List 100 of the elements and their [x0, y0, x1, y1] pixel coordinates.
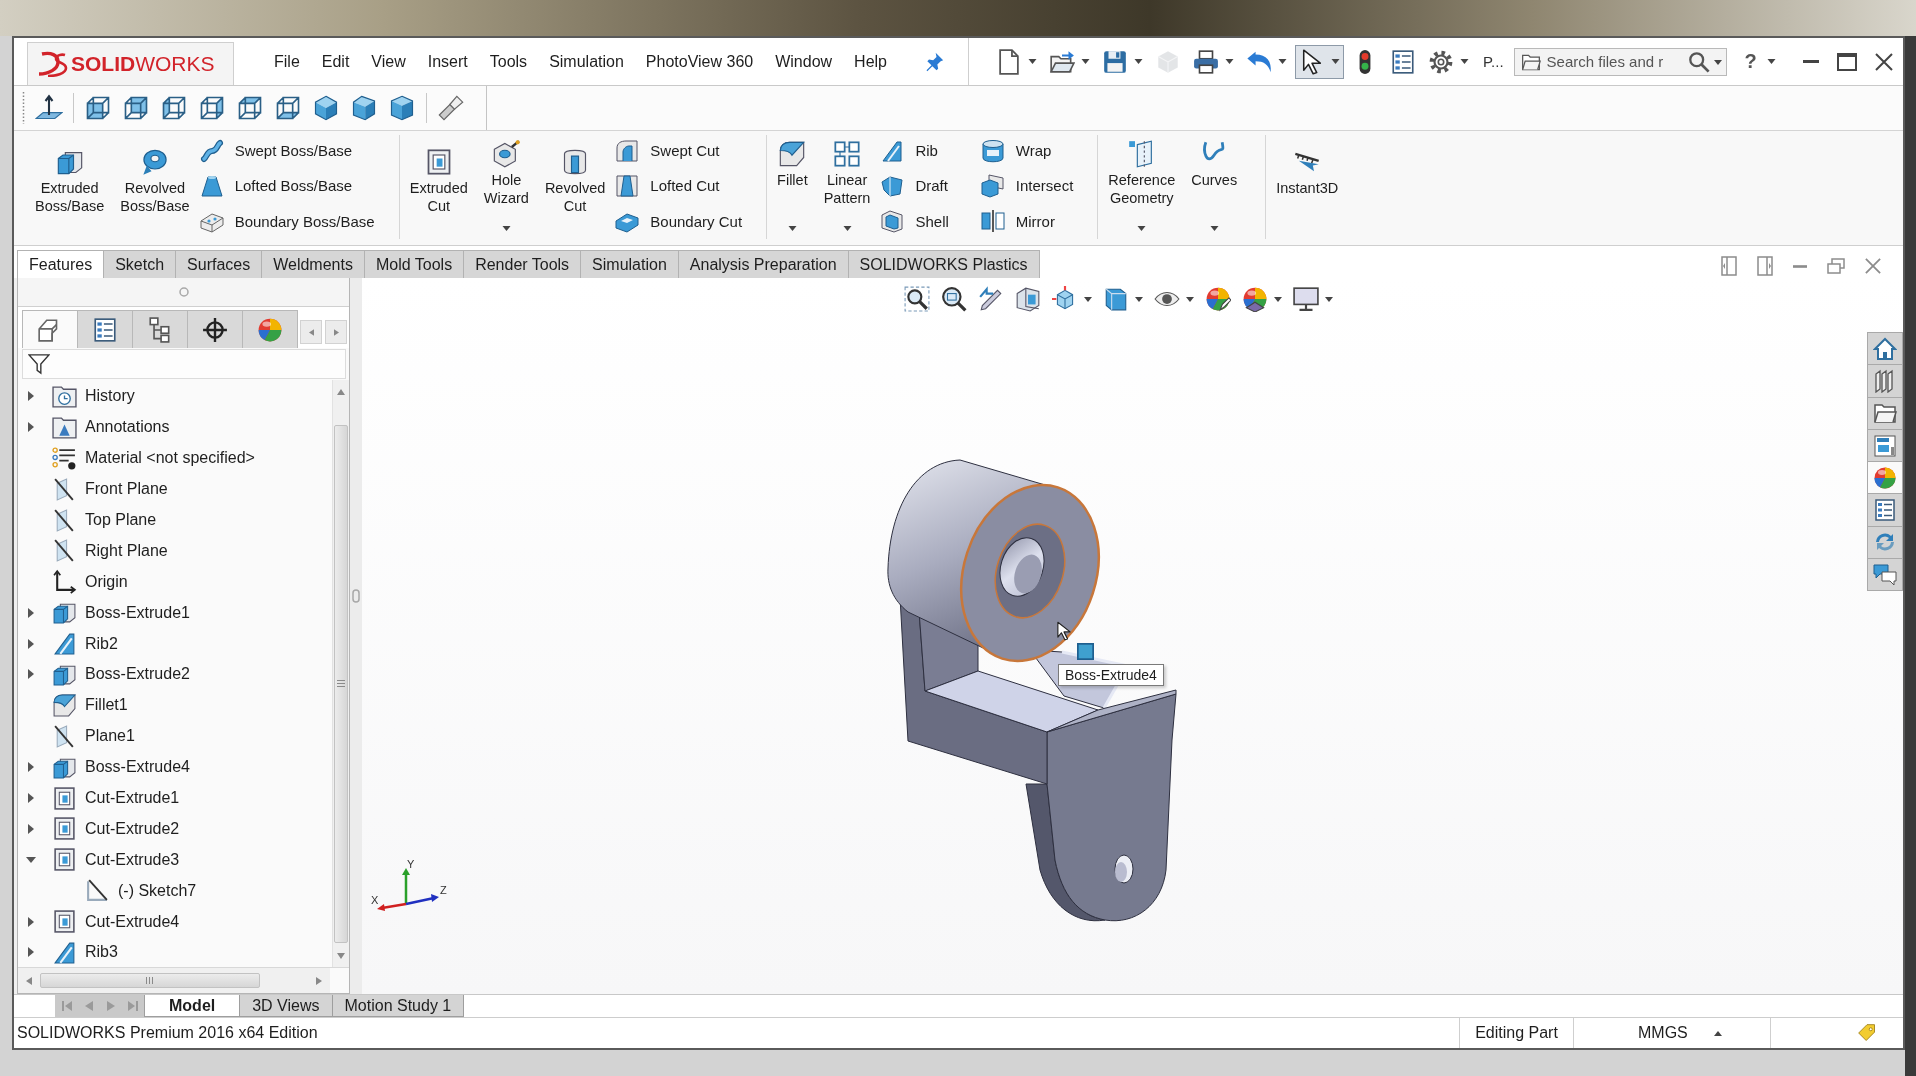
ribbon-tab[interactable]: Mold Tools: [363, 250, 465, 278]
caret-icon[interactable]: [1135, 296, 1143, 302]
menu-item[interactable]: Help: [843, 49, 898, 74]
task-pane-tab[interactable]: [1867, 396, 1903, 430]
magnifier-frame-icon[interactable]: [904, 286, 930, 312]
triangle-right-icon[interactable]: [28, 947, 34, 958]
ribbon-button[interactable]: Swept Boss/Base: [199, 133, 379, 169]
arrow-right-icon[interactable]: [316, 976, 322, 985]
wireframe-cube-icon[interactable]: [160, 94, 188, 122]
caret-icon[interactable]: [1713, 59, 1722, 65]
triangle-right-icon[interactable]: [28, 638, 34, 649]
task-pane-tab[interactable]: [1867, 461, 1903, 495]
minimize-icon[interactable]: [1793, 264, 1807, 268]
manager-tab[interactable]: [22, 310, 78, 348]
arrow-left-icon[interactable]: [26, 976, 32, 985]
wireframe-cube-icon[interactable]: [198, 94, 226, 122]
wireframe-cube-icon[interactable]: [84, 94, 112, 122]
wireframe-cube-icon[interactable]: [236, 94, 264, 122]
triangle-right-icon[interactable]: [28, 916, 34, 927]
tree-item[interactable]: History: [18, 381, 332, 412]
menu-item[interactable]: Insert: [416, 49, 479, 74]
tree-item[interactable]: Boss-Extrude1: [18, 597, 332, 629]
model-tab[interactable]: Motion Study 1: [331, 995, 465, 1017]
shaded-cube-icon[interactable]: [312, 94, 340, 122]
ribbon-button[interactable]: Fillet: [769, 135, 816, 239]
units-button[interactable]: MMGS: [1638, 1024, 1688, 1042]
tree-item[interactable]: Right Plane: [18, 535, 332, 567]
model-tab[interactable]: Model: [144, 995, 241, 1017]
ribbon-button[interactable]: Linear Pattern: [815, 135, 879, 239]
color-ball-scene-icon[interactable]: [1242, 286, 1268, 312]
close-icon[interactable]: [1875, 52, 1893, 71]
task-pane-tab[interactable]: [1867, 525, 1903, 560]
triangle-right-icon[interactable]: [28, 793, 34, 803]
task-pane-tab[interactable]: [1867, 558, 1903, 592]
ribbon-button[interactable]: Revolved Cut: [536, 135, 614, 239]
arrow-up-icon[interactable]: [337, 389, 345, 395]
caret-up-icon[interactable]: [1713, 1030, 1722, 1036]
section-cube-icon[interactable]: [1015, 286, 1041, 312]
menu-item[interactable]: Simulation: [538, 49, 635, 74]
ribbon-tab[interactable]: Analysis Preparation: [677, 250, 849, 278]
ribbon-tab[interactable]: SOLIDWORKS Plastics: [847, 250, 1040, 278]
ribbon-button[interactable]: Extruded Boss/Base: [27, 135, 113, 239]
tree-item[interactable]: Cut-Extrude1: [18, 782, 332, 814]
tree-item[interactable]: Boss-Extrude2: [18, 659, 332, 690]
overflow-button[interactable]: P...: [1483, 53, 1504, 70]
ribbon-button[interactable]: Curves: [1183, 135, 1246, 239]
scroll-thumb[interactable]: [334, 425, 348, 943]
ribbon-tab[interactable]: Simulation: [580, 250, 679, 278]
filter-field[interactable]: [22, 349, 346, 379]
shaded-cube-icon[interactable]: [350, 94, 378, 122]
ribbon-tab[interactable]: Sketch: [103, 250, 177, 278]
magnifier-icon[interactable]: [941, 286, 967, 312]
scroll-right-button[interactable]: [325, 320, 347, 344]
tree-item[interactable]: (-) Sketch7: [18, 875, 332, 907]
tree-item[interactable]: Boss-Extrude4: [18, 751, 332, 783]
menu-item[interactable]: Edit: [310, 49, 361, 74]
tree-item[interactable]: Cut-Extrude3: [18, 844, 332, 876]
splitter-grip-icon[interactable]: [352, 589, 360, 603]
task-pane-tab[interactable]: [1867, 493, 1903, 527]
tree-item[interactable]: Cut-Extrude2: [18, 813, 332, 845]
monitor-icon[interactable]: [1293, 286, 1319, 312]
select-button[interactable]: [1295, 44, 1344, 79]
task-pane-tab[interactable]: [1867, 428, 1903, 463]
ribbon-button[interactable]: Swept Cut: [615, 133, 747, 169]
tree-item[interactable]: Top Plane: [18, 504, 332, 536]
ribbon-button[interactable]: Wrap: [980, 133, 1078, 169]
triangle-right-icon[interactable]: [28, 823, 34, 834]
ribbon-button[interactable]: Extruded Cut: [401, 135, 476, 239]
ribbon-button[interactable]: Reference Geometry: [1100, 135, 1184, 239]
ribbon-button[interactable]: Hole Wizard: [475, 135, 537, 239]
triangle-right-icon[interactable]: [28, 607, 34, 618]
caret-icon[interactable]: [1186, 296, 1194, 302]
model-tab[interactable]: 3D Views: [239, 995, 333, 1017]
ribbon-button[interactable]: Draft: [880, 168, 953, 204]
tree-item[interactable]: Fillet1: [18, 689, 332, 721]
tree-item[interactable]: Annotations: [18, 411, 332, 443]
search-icon[interactable]: [1687, 50, 1710, 73]
manager-tab[interactable]: [77, 310, 133, 348]
ribbon-tab[interactable]: Render Tools: [463, 250, 582, 278]
pen-arrow-icon[interactable]: [978, 286, 1004, 312]
ribbon-button[interactable]: Instant3D: [1268, 135, 1347, 239]
ribbon-button[interactable]: Intersect: [980, 168, 1078, 204]
flashlight-icon[interactable]: [437, 94, 465, 122]
grip-dot-icon[interactable]: [178, 287, 189, 297]
triangle-right-icon[interactable]: [28, 391, 34, 402]
ribbon-tab[interactable]: Weldments: [261, 250, 365, 278]
triangle-down-icon[interactable]: [26, 856, 36, 863]
tree-item[interactable]: Rib2: [18, 628, 332, 659]
caret-icon[interactable]: [1766, 59, 1776, 64]
panel-right-icon[interactable]: [1757, 256, 1773, 276]
tree-item[interactable]: Material <not specified>: [18, 442, 332, 474]
tree-item[interactable]: Front Plane: [18, 473, 332, 505]
triangle-right-icon[interactable]: [28, 669, 34, 680]
maximize-icon[interactable]: [1837, 52, 1857, 71]
scroll-thumb[interactable]: [40, 973, 260, 988]
tree-item[interactable]: Plane1: [18, 720, 332, 752]
triangle-right-icon[interactable]: [28, 762, 34, 773]
ribbon-button[interactable]: Boundary Cut: [615, 203, 747, 239]
shaded-box-icon[interactable]: [1103, 286, 1129, 312]
ribbon-button[interactable]: Boundary Boss/Base: [199, 203, 379, 239]
